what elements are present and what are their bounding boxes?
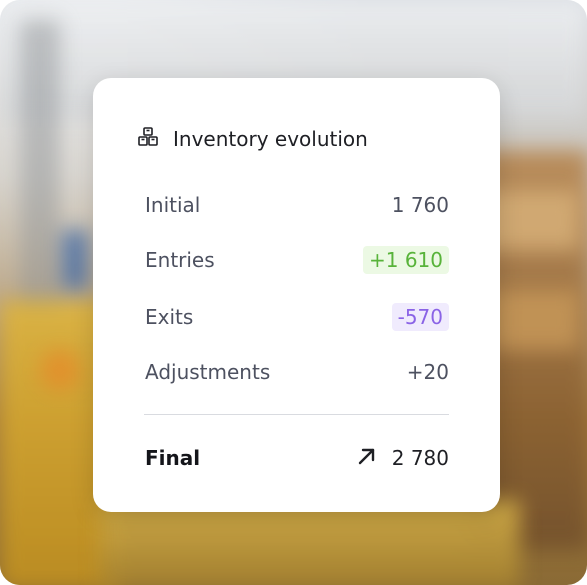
row-exits: Exits -570 (145, 299, 449, 335)
boxes-icon (137, 126, 173, 152)
row-label: Initial (145, 193, 201, 217)
row-label: Adjustments (145, 360, 271, 384)
row-value: +20 (406, 360, 449, 384)
inventory-card: Inventory evolution Initial 1 760 Entrie… (93, 78, 500, 512)
background-boxes (490, 290, 580, 350)
background-yellow-bins (100, 500, 520, 585)
final-value: 2 780 (350, 443, 449, 474)
background-object (40, 350, 80, 390)
row-adjustments: Adjustments +20 (145, 354, 449, 390)
exits-badge: -570 (391, 303, 449, 331)
entries-badge: +1 610 (362, 246, 449, 274)
background-beam (20, 20, 60, 320)
divider (144, 414, 449, 415)
arrow-up-right-icon (356, 445, 392, 472)
card-header: Inventory evolution (137, 124, 368, 154)
row-initial: Initial 1 760 (145, 187, 449, 223)
card-title: Inventory evolution (173, 127, 368, 151)
row-value: 1 760 (391, 193, 449, 217)
background-worker (62, 230, 88, 290)
final-label: Final (145, 446, 201, 470)
final-amount: 2 780 (391, 446, 449, 470)
row-label: Entries (145, 248, 215, 272)
row-final: Final 2 780 (145, 440, 449, 476)
row-label: Exits (145, 305, 194, 329)
row-entries: Entries +1 610 (145, 242, 449, 278)
